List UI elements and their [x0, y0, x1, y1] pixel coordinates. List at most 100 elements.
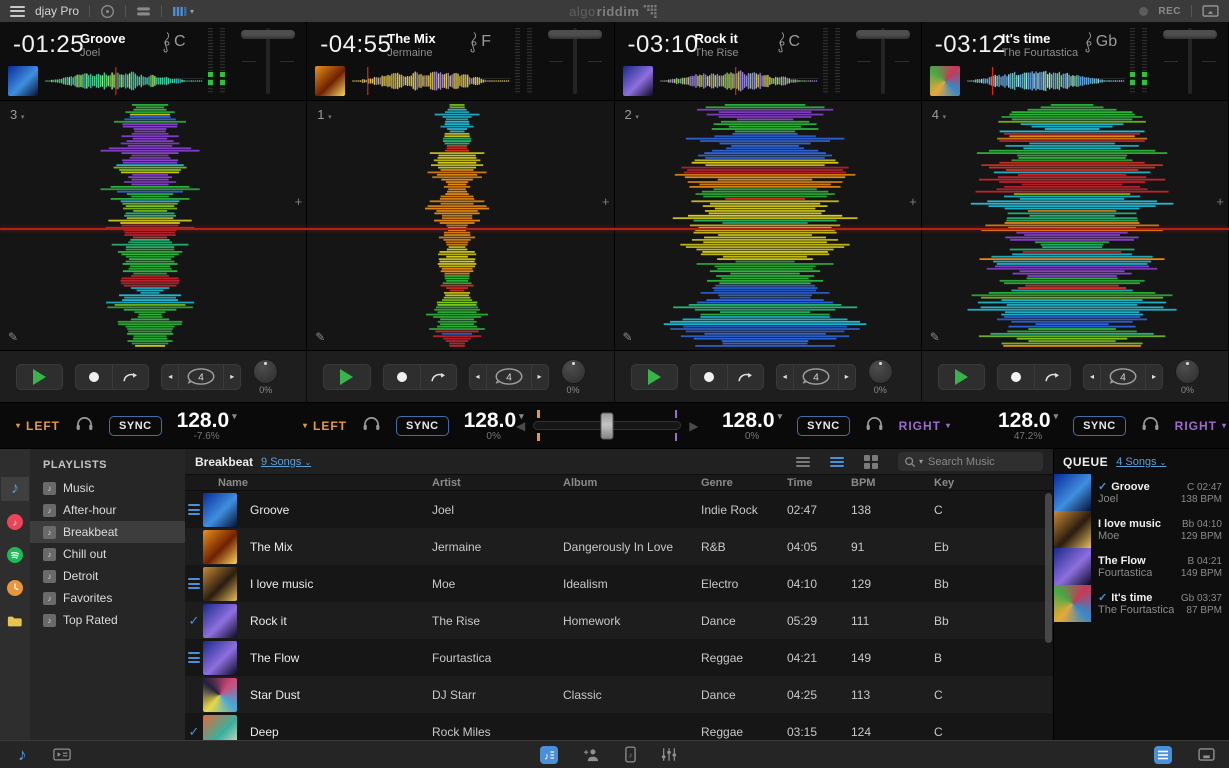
loop-button[interactable]: 4: [178, 364, 224, 390]
column-bpm[interactable]: BPM: [851, 477, 934, 489]
mobile-device-icon[interactable]: ♪: [625, 746, 636, 763]
playlist-item-after-hour[interactable]: ♪ After-hour: [30, 499, 185, 521]
deck-layout-icon[interactable]: [136, 6, 151, 17]
deck-mini-waveform[interactable]: [966, 67, 1128, 95]
zoom-plus-icon[interactable]: +: [295, 194, 303, 209]
edit-beatgrid-icon[interactable]: ✎: [623, 330, 633, 344]
queue-item[interactable]: ✓It's time Gb 03:37 The Fourtastica 87 B…: [1054, 585, 1229, 622]
search-scope-caret[interactable]: ▾: [919, 457, 923, 466]
loop-halve-button[interactable]: ◂: [776, 364, 793, 390]
grid-view-icon[interactable]: [858, 455, 884, 469]
filter-knob[interactable]: [253, 359, 278, 384]
table-scrollbar[interactable]: [1045, 493, 1052, 643]
play-button[interactable]: [631, 364, 678, 390]
column-artist[interactable]: Artist: [432, 477, 563, 489]
rail-item-files[interactable]: [1, 609, 29, 633]
play-button[interactable]: [16, 364, 63, 390]
column-key[interactable]: Key: [934, 477, 1053, 489]
cue-button[interactable]: [75, 364, 112, 390]
loop-double-button[interactable]: ▸: [1146, 364, 1163, 390]
menu-icon[interactable]: [10, 6, 25, 17]
column-name[interactable]: Name: [203, 477, 432, 489]
output-side-dropdown[interactable]: ▾LEFT: [303, 419, 347, 433]
rail-item-music-library[interactable]: ♪: [1, 477, 29, 501]
cue-button[interactable]: [690, 364, 727, 390]
waveform-panel[interactable]: 1 ▾ + ✎: [307, 101, 614, 350]
headphone-cue-icon[interactable]: [362, 416, 381, 436]
bpm-display[interactable]: 128.0▾0%: [464, 410, 524, 442]
song-count-dropdown[interactable]: 9 Songs ⌄: [261, 456, 311, 468]
output-side-dropdown[interactable]: RIGHT▾: [899, 419, 951, 433]
bounce-button[interactable]: [727, 364, 764, 390]
zoom-plus-icon[interactable]: +: [909, 194, 917, 209]
cue-button[interactable]: [383, 364, 420, 390]
table-row[interactable]: The Flow Fourtastica Reggae 04:21 149 B: [185, 639, 1053, 676]
table-row[interactable]: ✓ Rock it The Rise Homework Dance 05:29 …: [185, 602, 1053, 639]
deck-mini-waveform[interactable]: [659, 67, 821, 95]
filter-knob[interactable]: [561, 359, 586, 384]
display-output-icon[interactable]: [1198, 748, 1215, 761]
playlist-item-chill-out[interactable]: ♪ Chill out: [30, 543, 185, 565]
deck-mini-waveform[interactable]: [44, 67, 206, 95]
rail-item-itunes[interactable]: ♪: [1, 510, 29, 534]
deck-number-dropdown[interactable]: 2 ▾: [625, 107, 639, 122]
playlist-item-breakbeat[interactable]: ♪ Breakbeat: [30, 521, 185, 543]
playlist-item-top-rated[interactable]: ♪ Top Rated: [30, 609, 185, 631]
edit-beatgrid-icon[interactable]: ✎: [315, 330, 325, 344]
headphone-cue-icon[interactable]: [75, 416, 94, 436]
headphone-cue-icon[interactable]: [1141, 416, 1160, 436]
queue-item[interactable]: ✓The Flow B 04:21 Fourtastica 149 BPM: [1054, 548, 1229, 585]
table-row[interactable]: The Mix Jermaine Dangerously In Love R&B…: [185, 528, 1053, 565]
pitch-fader-handle[interactable]: [1163, 30, 1217, 39]
output-side-dropdown[interactable]: ▾LEFT: [16, 419, 60, 433]
deck-number-dropdown[interactable]: 3 ▾: [10, 107, 24, 122]
queue-item[interactable]: ✓I love music Bb 04:10 Moe 129 BPM: [1054, 511, 1229, 548]
playlist-item-music[interactable]: ♪ Music: [30, 477, 185, 499]
filter-knob[interactable]: [868, 359, 893, 384]
table-row[interactable]: Groove Joel Indie Rock 02:47 138 C: [185, 491, 1053, 528]
automix-icon[interactable]: [53, 748, 71, 761]
loop-halve-button[interactable]: ◂: [1083, 364, 1100, 390]
loop-button[interactable]: 4: [1100, 364, 1146, 390]
pitch-fader-handle[interactable]: [241, 30, 295, 39]
cue-button[interactable]: [997, 364, 1034, 390]
view-mode-icon[interactable]: ▾: [172, 6, 194, 17]
midi-faders-icon[interactable]: [661, 747, 677, 762]
crossfader-handle[interactable]: [601, 412, 614, 439]
zoom-plus-icon[interactable]: +: [1216, 194, 1224, 209]
table-row[interactable]: Star Dust DJ Starr Classic Dance 04:25 1…: [185, 676, 1053, 713]
search-input[interactable]: [926, 455, 1037, 469]
bounce-button[interactable]: [112, 364, 149, 390]
loop-halve-button[interactable]: ◂: [161, 364, 178, 390]
queue-count-dropdown[interactable]: 4 Songs ⌄: [1116, 456, 1166, 468]
bounce-button[interactable]: [1034, 364, 1071, 390]
headphone-cue-icon[interactable]: [865, 416, 884, 436]
loop-double-button[interactable]: ▸: [224, 364, 241, 390]
zoom-plus-icon[interactable]: +: [602, 194, 610, 209]
rail-item-spotify[interactable]: [1, 543, 29, 567]
deck-number-dropdown[interactable]: 1 ▾: [317, 107, 331, 122]
waveform-panel[interactable]: 2 ▾ + ✎: [615, 101, 922, 350]
waveform-panel[interactable]: 3 ▾ + ✎: [0, 101, 307, 350]
music-source-active-icon[interactable]: ♪: [540, 746, 558, 764]
loop-button[interactable]: 4: [486, 364, 532, 390]
library-toggle-icon[interactable]: ♪: [18, 745, 27, 765]
filter-knob[interactable]: [1175, 359, 1200, 384]
loop-halve-button[interactable]: ◂: [469, 364, 486, 390]
table-row[interactable]: ✓ Deep Rock Miles Reggae 03:15 124 C: [185, 713, 1053, 740]
queue-item[interactable]: ✓Groove C 02:47 Joel 138 BPM: [1054, 474, 1229, 511]
queue-toggle-active-icon[interactable]: [1154, 746, 1172, 764]
dj-profile-icon[interactable]: [583, 748, 600, 762]
external-display-icon[interactable]: [1202, 5, 1219, 17]
deck-number-dropdown[interactable]: 4 ▾: [932, 107, 946, 122]
edit-beatgrid-icon[interactable]: ✎: [930, 330, 940, 344]
play-button[interactable]: [938, 364, 985, 390]
sync-button[interactable]: SYNC: [109, 416, 162, 436]
settings-target-icon[interactable]: [100, 4, 115, 19]
loop-button[interactable]: 4: [793, 364, 839, 390]
list-view-icon[interactable]: [790, 457, 816, 467]
rail-item-history[interactable]: [1, 576, 29, 600]
sync-button[interactable]: SYNC: [1073, 416, 1126, 436]
column-genre[interactable]: Genre: [701, 477, 787, 489]
play-button[interactable]: [323, 364, 370, 390]
